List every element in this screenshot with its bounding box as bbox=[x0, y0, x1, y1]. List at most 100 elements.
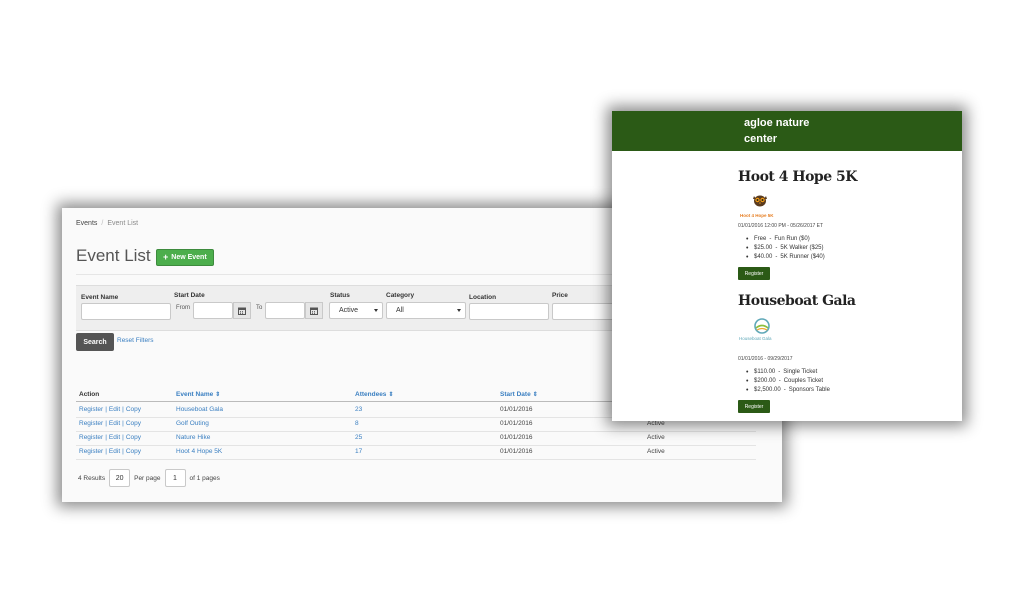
register-button[interactable]: Register bbox=[738, 400, 770, 413]
owl-logo-icon bbox=[753, 195, 767, 207]
start-date-cell: 01/01/2016 bbox=[500, 434, 533, 441]
page-number-input[interactable]: 1 bbox=[164, 469, 186, 487]
ticket-item: $2,500.00-Sponsors Table bbox=[746, 386, 830, 395]
ticket-item: $40.00-5K Runner ($40) bbox=[746, 253, 825, 262]
copy-link[interactable]: Copy bbox=[126, 434, 141, 441]
edit-link[interactable]: Edit bbox=[109, 406, 120, 413]
start-date-from-input[interactable] bbox=[193, 302, 233, 319]
sort-icon: ⇕ bbox=[388, 392, 394, 398]
row-actions: Register | Edit | Copy bbox=[79, 420, 142, 427]
copy-link[interactable]: Copy bbox=[126, 406, 141, 413]
edit-link[interactable]: Edit bbox=[109, 434, 120, 441]
status-select[interactable]: Active bbox=[329, 302, 383, 319]
location-label: Location bbox=[469, 294, 497, 301]
column-header-label: Start Date bbox=[500, 391, 531, 398]
ticket-list: Free-Fun Run ($0) $25.00-5K Walker ($25)… bbox=[746, 235, 825, 262]
results-count: 4 Results bbox=[78, 474, 106, 482]
status-cell: Active bbox=[647, 448, 665, 455]
status-cell: Active bbox=[647, 434, 665, 441]
ticket-name: Couples Ticket bbox=[783, 378, 824, 384]
register-link[interactable]: Register bbox=[79, 420, 103, 427]
status-label: Status bbox=[330, 292, 350, 299]
event-name-link[interactable]: Nature Hike bbox=[176, 434, 210, 441]
ticket-price: $40.00 bbox=[754, 254, 773, 260]
org-name-line2: center bbox=[744, 133, 778, 145]
start-date-to-input[interactable] bbox=[265, 302, 305, 319]
start-date-cell: 01/01/2016 bbox=[500, 420, 533, 427]
breadcrumb-events[interactable]: Events bbox=[76, 220, 97, 227]
attendees-link[interactable]: 8 bbox=[355, 420, 359, 427]
org-header: agloe nature center bbox=[612, 111, 962, 151]
per-page-label: Per page bbox=[134, 474, 161, 482]
org-name-line1: agloe nature bbox=[744, 117, 810, 129]
category-label: Category bbox=[386, 292, 415, 299]
copy-link[interactable]: Copy bbox=[126, 448, 141, 455]
category-select-value: All bbox=[396, 307, 404, 314]
breadcrumb: Events / Event List bbox=[76, 220, 139, 227]
breadcrumb-current: Event List bbox=[107, 220, 139, 227]
edit-link[interactable]: Edit bbox=[109, 448, 120, 455]
column-header-attendees[interactable]: Attendees ⇕ bbox=[355, 391, 393, 398]
sort-icon: ⇕ bbox=[532, 392, 538, 398]
attendees-link[interactable]: 25 bbox=[355, 434, 362, 441]
category-select[interactable]: All bbox=[386, 302, 466, 319]
register-button[interactable]: Register bbox=[738, 267, 770, 280]
ticket-price: $25.00 bbox=[754, 245, 773, 251]
ticket-name: Single Ticket bbox=[783, 369, 818, 375]
sort-icon: ⇕ bbox=[215, 392, 221, 398]
search-button[interactable]: Search bbox=[76, 333, 114, 351]
ticket-name: Sponsors Table bbox=[788, 387, 830, 393]
register-link[interactable]: Register bbox=[79, 406, 103, 413]
register-link[interactable]: Register bbox=[79, 448, 103, 455]
row-actions: Register | Edit | Copy bbox=[79, 406, 142, 413]
ticket-item: $110.00-Single Ticket bbox=[746, 368, 830, 377]
chevron-down-icon bbox=[374, 309, 378, 312]
calendar-icon[interactable] bbox=[233, 302, 251, 319]
start-date-cell: 01/01/2016 bbox=[500, 406, 533, 413]
event-name-link[interactable]: Golf Outing bbox=[176, 420, 209, 427]
row-actions: Register | Edit | Copy bbox=[79, 434, 142, 441]
event-dates: 01/01/2016 12:00 PM - 05/26/2017 ET bbox=[738, 223, 824, 229]
column-header-event-name[interactable]: Event Name ⇕ bbox=[176, 391, 220, 398]
ticket-item: $200.00-Couples Ticket bbox=[746, 377, 830, 386]
ticket-price: $2,500.00 bbox=[754, 387, 781, 393]
location-input[interactable] bbox=[469, 303, 549, 320]
column-header-action: Action bbox=[79, 391, 100, 398]
logo-caption: Houseboat Gala bbox=[739, 336, 772, 341]
status-cell: Active bbox=[647, 420, 665, 427]
chevron-down-icon bbox=[457, 309, 461, 312]
from-label: From bbox=[176, 305, 190, 311]
new-event-button[interactable]: + New Event bbox=[156, 249, 214, 266]
event-name-label: Event Name bbox=[81, 294, 119, 301]
copy-link[interactable]: Copy bbox=[126, 420, 141, 427]
per-page-input[interactable]: 20 bbox=[109, 469, 131, 487]
price-label: Price bbox=[552, 292, 568, 299]
reset-filters-link[interactable]: Reset Filters bbox=[117, 337, 153, 344]
ticket-name: 5K Runner ($40) bbox=[780, 254, 825, 260]
ticket-name: 5K Walker ($25) bbox=[780, 245, 824, 251]
edit-link[interactable]: Edit bbox=[109, 420, 120, 427]
column-header-start-date[interactable]: Start Date ⇕ bbox=[500, 391, 538, 398]
attendees-link[interactable]: 23 bbox=[355, 406, 362, 413]
page-title: Event List bbox=[76, 246, 151, 265]
register-link[interactable]: Register bbox=[79, 434, 103, 441]
start-date-cell: 01/01/2016 bbox=[500, 448, 533, 455]
plus-icon: + bbox=[163, 252, 169, 262]
ticket-name: Fun Run ($0) bbox=[774, 236, 810, 242]
calendar-icon[interactable] bbox=[305, 302, 323, 319]
event-name-link[interactable]: Houseboat Gala bbox=[176, 406, 223, 413]
event-title: Houseboat Gala bbox=[738, 293, 856, 309]
event-name-input[interactable] bbox=[81, 303, 171, 320]
start-date-label: Start Date bbox=[174, 292, 205, 299]
table-row: Register | Edit | Copy Nature Hike 25 01/01/… bbox=[76, 431, 756, 446]
event-title: Hoot 4 Hope 5K bbox=[738, 169, 857, 185]
attendees-link[interactable]: 17 bbox=[355, 448, 362, 455]
ticket-price: $200.00 bbox=[754, 378, 776, 384]
event-name-link[interactable]: Hoot 4 Hope 5K bbox=[176, 448, 222, 455]
row-actions: Register | Edit | Copy bbox=[79, 448, 142, 455]
event-dates: 01/01/2016 - 09/29/2017 bbox=[738, 356, 793, 362]
ticket-item: $25.00-5K Walker ($25) bbox=[746, 244, 825, 253]
pagination: 4 Results 20 Per page 1 of 1 pages bbox=[78, 469, 220, 487]
new-event-label: New Event bbox=[171, 254, 207, 261]
pages-label: of 1 pages bbox=[189, 474, 220, 482]
